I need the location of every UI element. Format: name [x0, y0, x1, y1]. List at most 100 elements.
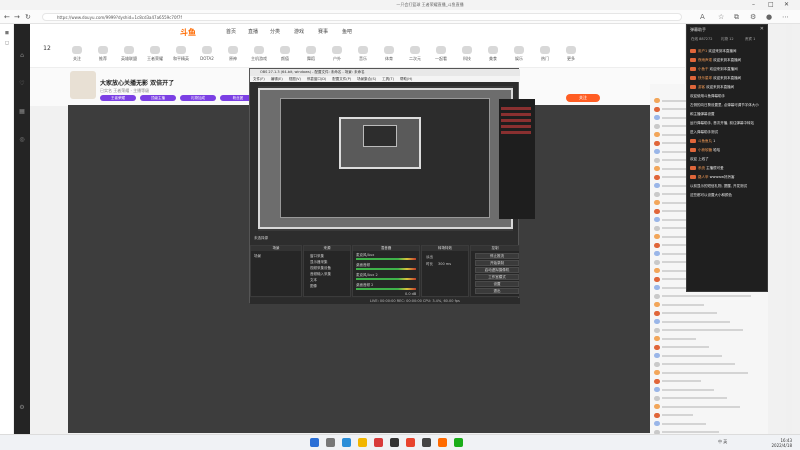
category-item[interactable]: 音乐 [350, 46, 376, 62]
chat-username[interactable]: 小熊软糖 [698, 148, 712, 152]
category-item[interactable]: 娱乐 [506, 46, 532, 62]
category-item[interactable]: 关注 [64, 46, 90, 62]
nav-events[interactable]: 赛事 [318, 28, 328, 35]
exit-button[interactable]: 退出 [475, 288, 519, 294]
popup-close-icon[interactable]: ✕ [760, 26, 764, 32]
start-icon[interactable] [310, 438, 319, 447]
nav-live[interactable]: 直播 [248, 28, 258, 35]
chat-username[interactable]: 快乐星球 [698, 76, 712, 80]
home-icon[interactable]: ⌂ [17, 52, 27, 60]
category-item[interactable]: DOTA2 [194, 46, 220, 61]
chat-username[interactable]: 小鱼干 [698, 67, 709, 71]
app-icon[interactable] [374, 438, 383, 447]
stop-streaming-button[interactable]: 停止推流 [475, 253, 519, 259]
studio-mode-button[interactable]: 工作室模式 [475, 274, 519, 280]
source-item[interactable]: 图像 [310, 284, 317, 289]
virtual-camera-button[interactable]: 启动虚拟摄像机 [475, 267, 519, 273]
back-icon[interactable]: ← [4, 13, 10, 21]
page-scrollbar[interactable] [786, 24, 792, 434]
douyu-logo[interactable]: 斗鱼 [180, 27, 196, 38]
favorite-star-icon[interactable]: ☆ [718, 13, 724, 21]
obs-menu-item[interactable]: 帮助(H) [400, 77, 412, 81]
url-input[interactable]: https://www.douyu.com/9999?dyshid=1c8cd3… [42, 13, 682, 21]
extensions-icon[interactable]: ⚙ [750, 13, 756, 21]
nav-games[interactable]: 游戏 [294, 28, 304, 35]
category-item[interactable]: 舞蹈 [298, 46, 324, 62]
obs-menu-item[interactable]: 停靠窗口(D) [307, 77, 326, 81]
obs-menu-item[interactable]: 配置文件(P) [332, 77, 351, 81]
close-icon[interactable]: ✕ [784, 1, 789, 8]
source-item[interactable]: 窗口采集 [310, 254, 324, 259]
chat-username[interactable]: 夜雨声烦 [698, 58, 712, 62]
category-item[interactable]: 二次元 [402, 46, 428, 62]
category-item[interactable]: 科技 [454, 46, 480, 62]
follow-button[interactable]: 关注 [566, 94, 600, 102]
tray-ime[interactable]: 中 英 [718, 439, 727, 445]
category-item[interactable]: 王者荣耀 [142, 46, 168, 62]
obs-menu-item[interactable]: 编辑(E) [271, 77, 283, 81]
obs-menu-item[interactable]: 工具(T) [382, 77, 394, 81]
scene-item[interactable]: 场景 [254, 254, 261, 259]
source-item[interactable]: 文本 [310, 278, 317, 283]
category-item[interactable]: 和平精英 [168, 46, 194, 62]
collections-icon[interactable]: ⧉ [734, 13, 739, 22]
source-item[interactable]: 音频输入采集 [310, 272, 331, 277]
duration-input[interactable]: 300 ms [438, 262, 451, 266]
obs-taskbar-icon[interactable] [390, 438, 399, 447]
category-item[interactable]: 美食 [480, 46, 506, 62]
nav-category[interactable]: 分类 [270, 28, 280, 35]
app-icon[interactable] [422, 438, 431, 447]
category-icon[interactable]: ▦ [17, 108, 27, 116]
transition-type[interactable]: 淡出 [426, 255, 433, 260]
reader-icon[interactable]: A [700, 13, 705, 21]
minimize-icon[interactable]: – [752, 1, 755, 8]
nav-home[interactable]: 首页 [226, 28, 236, 35]
room-tag[interactable]: 顶级主播 [140, 95, 176, 101]
start-recording-button[interactable]: 开始录制 [475, 260, 519, 266]
obs-preview[interactable] [258, 86, 535, 231]
edge-icon[interactable] [342, 438, 351, 447]
app-icon[interactable] [454, 438, 463, 447]
source-item[interactable]: 显示器采集 [310, 260, 328, 265]
settings-icon[interactable]: ⚙ [17, 404, 27, 412]
category-item[interactable]: 原神 [220, 46, 246, 62]
category-item[interactable]: 体育 [376, 46, 402, 62]
chat-username[interactable]: 用户1 [698, 49, 707, 53]
chat-username[interactable]: 斗鱼鱼丸 [698, 139, 712, 143]
fishbar-icon[interactable]: ◎ [17, 136, 27, 144]
explorer-icon[interactable] [358, 438, 367, 447]
room-tag[interactable]: 礼物加成 [180, 95, 216, 101]
app-icon[interactable] [406, 438, 415, 447]
nav-fishbar[interactable]: 鱼吧 [342, 28, 352, 35]
follow-icon[interactable]: ♡ [17, 80, 27, 88]
obs-menu-item[interactable]: 文件(F) [253, 77, 265, 81]
streamer-avatar[interactable] [70, 71, 96, 99]
search-icon[interactable] [326, 438, 335, 447]
obs-menu-item[interactable]: 场景集合(S) [357, 77, 376, 81]
settings-button[interactable]: 设置 [475, 281, 519, 287]
popup-chat-line: 欢迎使用斗鱼弹幕助手 [690, 94, 768, 99]
maximize-icon[interactable]: □ [768, 1, 774, 8]
room-tag[interactable]: 王者荣耀 [100, 95, 136, 101]
obs-menu-item[interactable]: 视图(V) [289, 77, 301, 81]
rail-icon-2[interactable]: ◻ [2, 40, 12, 46]
douyu-taskbar-icon[interactable] [438, 438, 447, 447]
category-item[interactable]: 主机游戏 [246, 46, 272, 62]
chat-username[interactable]: 系统 [698, 166, 705, 170]
category-item[interactable]: 一起看 [428, 46, 454, 62]
chat-username[interactable]: 路人甲 [698, 175, 709, 179]
rail-icon-1[interactable]: ◼ [2, 30, 12, 36]
forward-icon[interactable]: → [14, 13, 20, 21]
category-item[interactable]: 更多 [558, 46, 584, 62]
category-item[interactable]: 颜值 [272, 46, 298, 62]
profile-icon[interactable]: ● [766, 13, 772, 21]
category-item[interactable]: 户外 [324, 46, 350, 62]
taskbar-clock[interactable]: 16:43 2022/4/18 [771, 438, 792, 448]
category-item[interactable]: 推荐 [90, 46, 116, 62]
category-item[interactable]: 英雄联盟 [116, 46, 142, 62]
more-menu-icon[interactable]: ⋯ [782, 13, 789, 21]
refresh-icon[interactable]: ↻ [25, 13, 31, 21]
chat-username[interactable]: 游客 [698, 85, 705, 89]
category-item[interactable]: 热门 [532, 46, 558, 62]
source-item[interactable]: 视频采集设备 [310, 266, 331, 271]
